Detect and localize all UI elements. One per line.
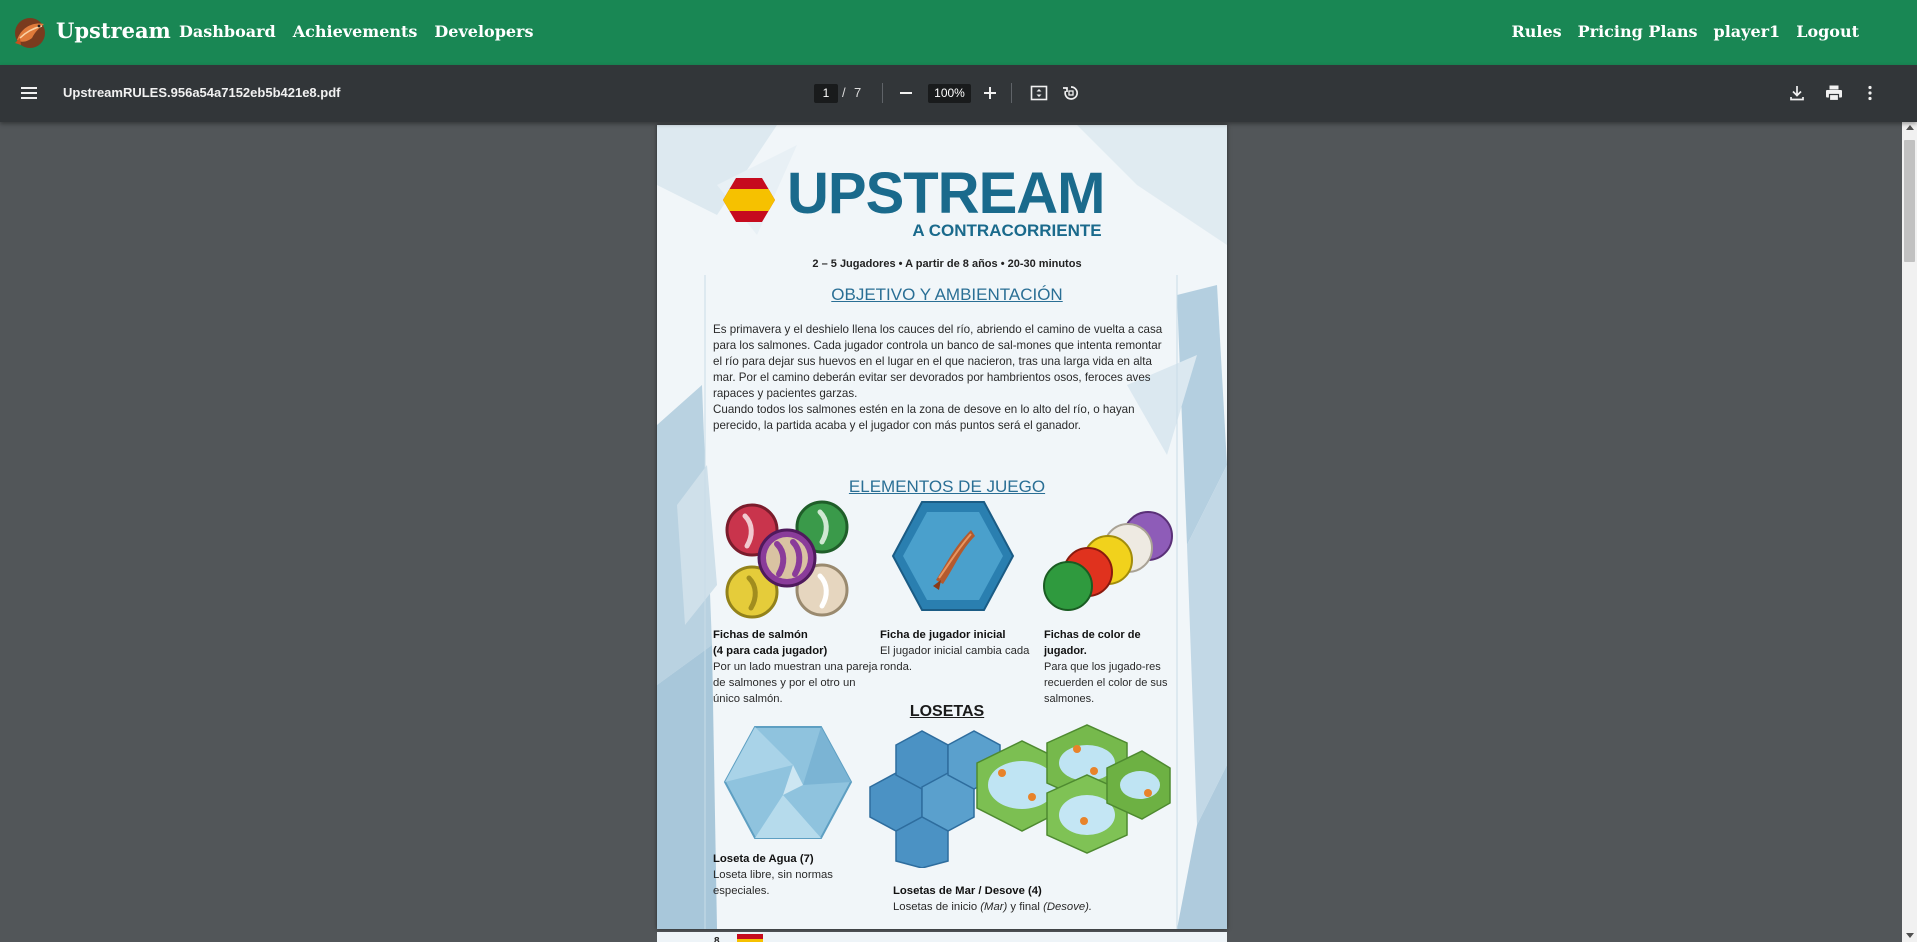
page-number-input[interactable]: 1 xyxy=(814,84,838,103)
scroll-up-arrow-icon[interactable] xyxy=(1906,125,1914,130)
section-heading-tiles: LOSETAS xyxy=(909,703,985,720)
pdf-filename: UpstreamRULES.956a54a7152eb5b421e8.pdf xyxy=(63,85,341,100)
brand-title[interactable]: Upstream xyxy=(56,18,171,43)
nav-rules[interactable]: Rules xyxy=(1511,22,1561,41)
zoom-out-icon[interactable] xyxy=(896,83,916,103)
page-separator: / xyxy=(842,85,846,100)
more-icon[interactable] xyxy=(1860,83,1880,103)
top-navbar: Upstream Dashboard Achievements Develope… xyxy=(0,0,1917,65)
sea-spawn-desc-desove: (Desove). xyxy=(1043,901,1093,913)
objective-paragraph-1: Es primavera y el deshielo llena los cau… xyxy=(713,323,1163,400)
salmon-tokens-image xyxy=(725,500,849,619)
sea-spawn-title: Losetas de Mar / Desove (4) xyxy=(893,885,1042,897)
salmon-token-caption: Fichas de salmón (4 para cada jugador) P… xyxy=(713,627,878,707)
document-title: UPSTREAM xyxy=(787,161,1105,226)
water-tile-image xyxy=(723,726,853,839)
page-footer-number: 8 xyxy=(714,936,720,942)
sea-spawn-desc-mar: (Mar) xyxy=(980,901,1008,913)
sea-spawn-desc-a: Losetas de inicio xyxy=(893,901,981,913)
sea-spawn-desc-b: y final xyxy=(1007,901,1044,913)
color-token-title: Fichas de color de jugador. xyxy=(1044,629,1141,657)
color-token-desc: Para que los jugado-res recuerden el col… xyxy=(1044,661,1168,705)
nav-pricing-plans[interactable]: Pricing Plans xyxy=(1578,22,1698,41)
print-icon[interactable] xyxy=(1824,83,1844,103)
zoom-in-icon[interactable] xyxy=(980,83,1000,103)
nav-developers[interactable]: Developers xyxy=(434,22,533,41)
player-color-tokens-image xyxy=(1043,511,1173,611)
start-player-title: Ficha de jugador inicial xyxy=(880,629,1006,641)
pdf-next-page-peek: 8 xyxy=(657,932,1227,942)
fit-page-icon[interactable] xyxy=(1029,83,1049,103)
salmon-token-desc: Por un lado muestran una pareja de salmo… xyxy=(713,661,878,705)
section-heading-components: ELEMENTOS DE JUEGO xyxy=(848,477,1046,496)
nav-achievements[interactable]: Achievements xyxy=(293,22,418,41)
toolbar-divider xyxy=(1011,83,1012,103)
water-tile-desc: Loseta libre, sin normas especiales. xyxy=(713,869,833,897)
salmon-logo-icon[interactable] xyxy=(12,16,48,50)
section-heading-objective: OBJETIVO Y AMBIENTACIÓN xyxy=(831,285,1063,304)
scrollbar-thumb[interactable] xyxy=(1904,140,1915,262)
salmon-token-title: Fichas de salmón xyxy=(713,629,808,641)
water-tile-caption: Loseta de Agua (7) Loseta libre, sin nor… xyxy=(713,851,873,899)
nav-logout[interactable]: Logout xyxy=(1796,22,1859,41)
spain-flag-small-icon xyxy=(737,934,763,942)
download-icon[interactable] xyxy=(1787,83,1807,103)
sea-spawn-caption: Losetas de Mar / Desove (4) Losetas de i… xyxy=(893,883,1153,915)
nav-user-profile[interactable]: player1 xyxy=(1714,22,1781,41)
players-info: 2 – 5 Jugadores • A partir de 8 años • 2… xyxy=(812,258,1082,270)
rotate-icon[interactable] xyxy=(1061,83,1081,103)
page-total: 7 xyxy=(854,85,862,100)
start-player-token-image xyxy=(891,501,1015,611)
menu-icon[interactable] xyxy=(20,84,38,102)
pdf-toolbar: UpstreamRULES.956a54a7152eb5b421e8.pdf 1… xyxy=(0,65,1917,122)
document-subtitle: A CONTRACORRIENTE xyxy=(912,221,1102,240)
color-token-caption: Fichas de color de jugador. Para que los… xyxy=(1044,627,1174,707)
spain-flag-icon xyxy=(723,178,775,222)
scroll-down-arrow-icon[interactable] xyxy=(1906,933,1914,938)
objective-paragraph-2: Cuando todos los salmones estén en la zo… xyxy=(713,403,1135,432)
toolbar-divider xyxy=(882,83,883,103)
nav-dashboard[interactable]: Dashboard xyxy=(179,22,276,41)
zoom-level-input[interactable]: 100% xyxy=(928,84,971,103)
start-player-desc: El jugador inicial cambia cada ronda. xyxy=(880,645,1030,673)
start-player-caption: Ficha de jugador inicial El jugador inic… xyxy=(880,627,1040,675)
sea-spawn-tiles-image xyxy=(869,724,1171,868)
objective-text: Es primavera y el deshielo llena los cau… xyxy=(713,322,1173,434)
pdf-page: UPSTREAM A CONTRACORRIENTE 2 – 5 Jugador… xyxy=(657,125,1227,929)
water-tile-title: Loseta de Agua (7) xyxy=(713,853,814,865)
salmon-token-subtitle: (4 para cada jugador) xyxy=(713,645,828,657)
